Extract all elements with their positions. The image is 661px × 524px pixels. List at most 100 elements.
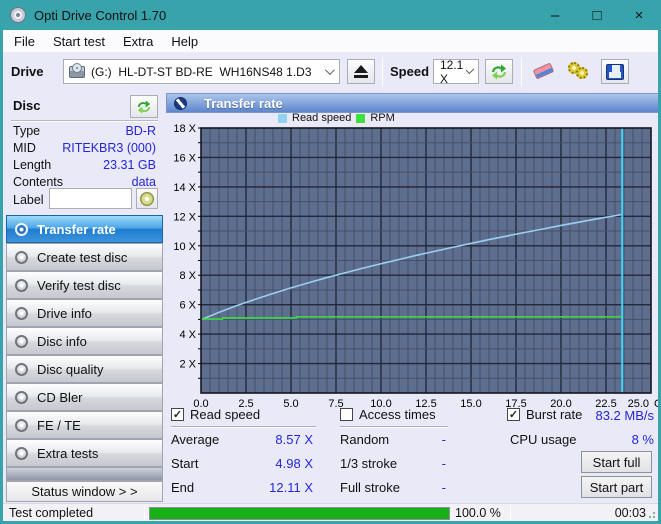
stat-row-full-stroke: Full stroke - bbox=[340, 480, 446, 495]
settings-button[interactable] bbox=[564, 56, 594, 86]
disc-icon bbox=[15, 390, 28, 404]
cpu-usage-value: 8 % bbox=[631, 432, 654, 447]
disc-row-contents: Contents data bbox=[13, 175, 156, 189]
toolbar-separator bbox=[382, 57, 383, 86]
menu-item-file[interactable]: File bbox=[5, 30, 44, 53]
sidebar-item-label: Disc quality bbox=[37, 361, 104, 377]
start-full-button[interactable]: Start full bbox=[581, 451, 652, 473]
sidebar-item-create-test-disc[interactable]: Create test disc bbox=[6, 243, 163, 271]
app-disc-icon bbox=[10, 7, 26, 23]
burst-rate-checkbox[interactable]: ✓ bbox=[507, 408, 520, 421]
sidebar-item-label: Drive info bbox=[37, 305, 92, 321]
end-label: End bbox=[171, 480, 195, 495]
sidebar-item-label: FE / TE bbox=[37, 417, 81, 433]
sidebar-filler bbox=[6, 467, 163, 481]
svg-text:2 X: 2 X bbox=[179, 359, 196, 371]
random-label: Random bbox=[340, 432, 390, 447]
average-label: Average bbox=[171, 432, 220, 447]
access-times-checkbox[interactable] bbox=[340, 408, 353, 421]
save-button[interactable] bbox=[601, 59, 629, 84]
disc-icon bbox=[15, 306, 28, 320]
svg-text:5.0: 5.0 bbox=[283, 398, 298, 410]
sidebar-item-fe-te[interactable]: FE / TE bbox=[6, 411, 163, 439]
maximize-button[interactable]: □ bbox=[578, 0, 616, 30]
drive-label: Drive bbox=[11, 64, 44, 79]
sidebar-item-disc-quality[interactable]: Disc quality bbox=[6, 355, 163, 383]
one-third-stroke-value: - bbox=[441, 456, 446, 471]
svg-text:8 X: 8 X bbox=[179, 270, 196, 282]
end-value: 12.11 X bbox=[269, 480, 313, 495]
status-window-button[interactable]: Status window > > bbox=[6, 481, 163, 502]
disc-label-input[interactable] bbox=[49, 188, 132, 209]
statusbar-separator bbox=[510, 505, 511, 520]
legend-swatch-rpm bbox=[356, 113, 366, 123]
drive-icon bbox=[69, 62, 85, 78]
svg-text:16 X: 16 X bbox=[173, 152, 196, 164]
sidebar-item-drive-info[interactable]: Drive info bbox=[6, 299, 163, 327]
full-stroke-label: Full stroke bbox=[340, 480, 400, 495]
svg-text:GB: GB bbox=[654, 398, 661, 410]
transfer-rate-icon bbox=[174, 96, 187, 110]
disc-icon bbox=[140, 191, 154, 206]
disc-mid-label: MID bbox=[13, 141, 36, 155]
full-stroke-value: - bbox=[441, 480, 446, 495]
transfer-rate-chart: 2 X4 X6 X8 X 10 X 12 X 14 X 16 X 18 X 0.0 2.5 5.… bbox=[166, 123, 661, 410]
read-speed-checkbox[interactable]: ✓ bbox=[171, 408, 184, 421]
refresh-button[interactable] bbox=[485, 59, 513, 84]
menu-item-start-test[interactable]: Start test bbox=[44, 30, 114, 53]
sidebar-item-disc-info[interactable]: Disc info bbox=[6, 327, 163, 355]
erase-disc-button[interactable] bbox=[528, 56, 558, 86]
status-text: Test completed bbox=[9, 506, 94, 520]
speed-select-value: 12.1 X bbox=[440, 57, 464, 86]
disc-icon bbox=[15, 362, 28, 376]
disc-icon bbox=[15, 418, 28, 432]
status-bar: Test completed 100.0 % 00:03 bbox=[3, 503, 658, 521]
legend-swatch-read-speed bbox=[278, 113, 287, 123]
start-label: Start bbox=[171, 456, 199, 471]
resize-grip[interactable] bbox=[646, 509, 656, 519]
sidebar-item-cd-bler[interactable]: CD Bler bbox=[6, 383, 163, 411]
random-value: - bbox=[441, 432, 446, 447]
svg-text:4 X: 4 X bbox=[179, 329, 196, 341]
progress-bar-fill bbox=[150, 508, 449, 519]
toolbar: Drive (G:) HL-DT-ST BD-RE WH16NS48 1.D3 … bbox=[3, 53, 658, 93]
menu-item-help[interactable]: Help bbox=[162, 30, 207, 53]
stat-row-one-third-stroke: 1/3 stroke - bbox=[340, 456, 446, 471]
close-button[interactable]: × bbox=[620, 0, 658, 30]
disc-refresh-button[interactable] bbox=[130, 95, 158, 118]
legend-label-read-speed: Read speed bbox=[292, 112, 352, 124]
sidebar-item-label: CD Bler bbox=[37, 389, 83, 405]
stat-row-random: Random - bbox=[340, 432, 446, 447]
read-speed-toggle[interactable]: ✓ Read speed bbox=[171, 407, 260, 422]
svg-text:14 X: 14 X bbox=[173, 182, 196, 194]
sidebar-item-transfer-rate[interactable]: Transfer rate bbox=[6, 215, 163, 243]
statusbar-separator bbox=[144, 505, 145, 520]
disc-icon bbox=[15, 222, 28, 236]
chart-plot: 2 X4 X6 X8 X10 X12 X14 X16 X18 X0.0 2.5 5.… bbox=[173, 123, 661, 410]
speed-select[interactable]: 12.1 X bbox=[433, 57, 479, 86]
drive-select[interactable]: (G:) HL-DT-ST BD-RE WH16NS48 1.D3 bbox=[63, 59, 340, 84]
minimize-button[interactable]: – bbox=[536, 0, 574, 30]
sidebar-item-extra-tests[interactable]: Extra tests bbox=[6, 439, 163, 467]
disc-label-button[interactable] bbox=[136, 188, 158, 209]
drive-select-value: (G:) HL-DT-ST BD-RE WH16NS48 1.D3 bbox=[91, 64, 312, 79]
gears-icon bbox=[568, 62, 590, 80]
stat-divider bbox=[171, 426, 316, 427]
sidebar-item-label: Verify test disc bbox=[37, 277, 121, 293]
disc-row-length: Length 23.31 GB bbox=[13, 158, 156, 172]
disc-row-mid: MID RITEKBR3 (000) bbox=[13, 141, 156, 155]
access-times-toggle[interactable]: Access times bbox=[340, 407, 436, 422]
disc-label-label: Label bbox=[13, 193, 44, 207]
disc-contents-label: Contents bbox=[13, 175, 64, 189]
svg-text:12 X: 12 X bbox=[173, 211, 196, 223]
start-part-button[interactable]: Start part bbox=[581, 476, 652, 498]
window-title: Opti Drive Control 1.70 bbox=[34, 7, 167, 23]
progress-bar bbox=[149, 507, 450, 520]
disc-type-value: BD-R bbox=[125, 124, 156, 138]
eject-button[interactable] bbox=[347, 59, 375, 84]
sidebar-item-verify-test-disc[interactable]: Verify test disc bbox=[6, 271, 163, 299]
menu-item-extra[interactable]: Extra bbox=[114, 30, 162, 53]
disc-icon bbox=[15, 250, 28, 264]
legend-label-rpm: RPM bbox=[370, 112, 395, 124]
start-value: 4.98 X bbox=[275, 456, 313, 471]
